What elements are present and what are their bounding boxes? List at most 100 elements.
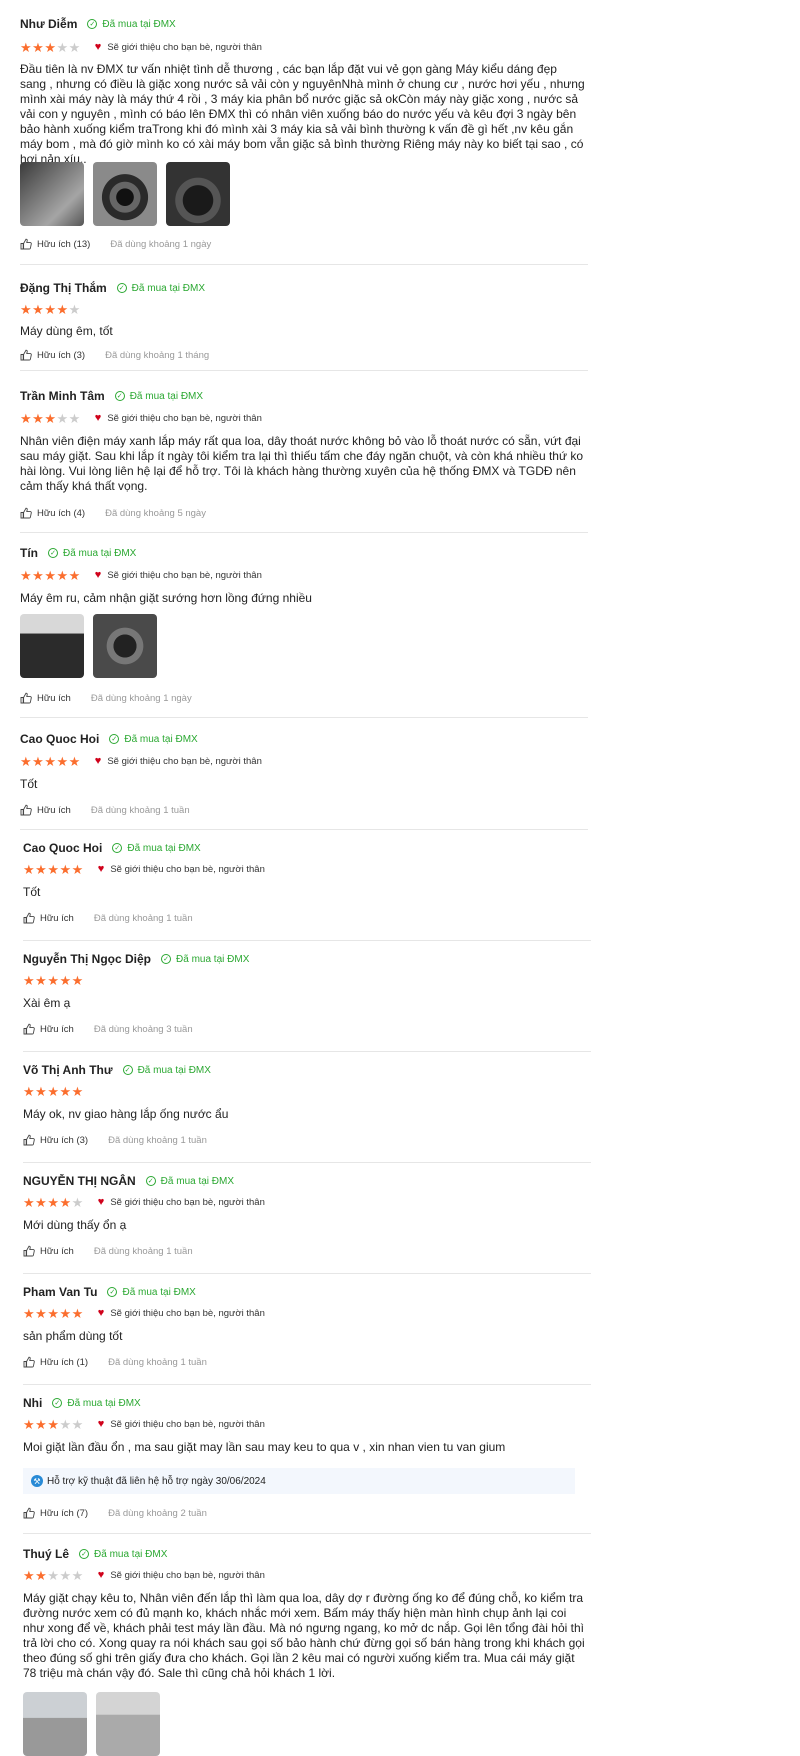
usage-duration: Đã dùng khoảng 2 tuần	[108, 1507, 207, 1519]
recommend-note: ♥ Sẽ giới thiệu cho bạn bè, người thân	[95, 755, 262, 767]
usage-duration: Đã dùng khoảng 1 tháng	[105, 349, 210, 361]
rating-row: ★ ★ ★ ★ ★ ♥ Sẽ giới thiệu cho bạn bè, người t…	[20, 411, 262, 425]
review-content: Tốt	[23, 885, 41, 899]
star-icon: ★	[56, 39, 69, 55]
bought-label: Đã mua tại ĐMX	[122, 1286, 196, 1298]
thumbs-up-icon	[23, 912, 35, 924]
review-photo[interactable]	[93, 614, 157, 678]
bought-badge: ✓ Đã mua tại ĐMX	[145, 1175, 235, 1187]
helpful-button[interactable]: Hữu ích	[23, 1023, 74, 1035]
review-item: Đặng Thị Thắm ✓ Đã mua tại ĐMX ★ ★ ★ ★ ★ Máy …	[20, 278, 588, 371]
review-item: Cao Quoc Hoi ✓ Đã mua tại ĐMX ★ ★ ★ ★ ★ ♥ Sẽ g…	[23, 838, 591, 941]
recommend-note: ♥ Sẽ giới thiệu cho bạn bè, người thân	[95, 41, 262, 53]
star-icon: ★	[23, 1305, 35, 1321]
review-item: Trần Minh Tâm ✓ Đã mua tại ĐMX ★ ★ ★ ★ ★ ♥ Sẽ …	[20, 386, 588, 533]
helpful-button[interactable]: Hữu ích	[23, 912, 74, 924]
check-circle-icon: ✓	[87, 19, 98, 29]
star-icon: ★	[47, 1567, 59, 1583]
reviewer-name: Võ Thị Anh Thư	[23, 1063, 113, 1077]
star-icon: ★	[68, 753, 81, 769]
rating-row: ★ ★ ★ ★ ★ ♥ Sẽ giới thiệu cho bạn bè, người t…	[23, 862, 265, 876]
star-icon: ★	[23, 972, 35, 988]
recommend-label: Sẽ giới thiệu cho bạn bè, người thân	[110, 863, 265, 875]
rating-row: ★ ★ ★ ★ ★ ♥ Sẽ giới thiệu cho bạn bè, người t…	[20, 568, 262, 582]
helpful-label: Hữu ích (13)	[37, 238, 91, 250]
star-icon: ★	[68, 567, 81, 583]
recommend-label: Sẽ giới thiệu cho bạn bè, người thân	[110, 1307, 265, 1319]
review-footer: Hữu ích (13) Đã dùng khoảng 1 ngày	[20, 237, 211, 251]
bought-label: Đã mua tại ĐMX	[124, 733, 198, 745]
bought-badge: ✓ Đã mua tại ĐMX	[107, 1286, 196, 1298]
star-icon: ★	[20, 410, 32, 426]
star-icon: ★	[35, 1416, 47, 1432]
review-photo[interactable]	[20, 614, 84, 678]
star-icon: ★	[59, 1083, 72, 1099]
check-circle-icon: ✓	[52, 1398, 63, 1408]
star-icon: ★	[44, 753, 56, 769]
star-icon: ★	[35, 1194, 47, 1210]
review-header: Cao Quoc Hoi ✓ Đã mua tại ĐMX	[23, 838, 201, 858]
star-icon: ★	[47, 1083, 59, 1099]
helpful-label: Hữu ích	[40, 1023, 74, 1035]
star-icon: ★	[32, 567, 44, 583]
bought-label: Đã mua tại ĐMX	[160, 1175, 235, 1187]
recommend-note: ♥ Sẽ giới thiệu cho bạn bè, người thân	[98, 863, 265, 875]
check-circle-icon: ✓	[109, 734, 120, 744]
review-photo[interactable]	[20, 162, 84, 226]
recommend-note: ♥ Sẽ giới thiệu cho bạn bè, người thân	[97, 1568, 265, 1581]
review-item: NGUYỄN THỊ NGÂN ✓ Đã mua tại ĐMX ★ ★ ★ ★ ★ ♥ S…	[23, 1171, 591, 1274]
helpful-label: Hữu ích (3)	[37, 349, 86, 361]
bought-badge: ✓ Đã mua tại ĐMX	[116, 283, 205, 294]
helpful-button[interactable]: Hữu ích	[20, 804, 71, 816]
rating-row: ★ ★ ★ ★ ★	[20, 302, 81, 316]
reviewer-name: Pham Van Tu	[23, 1285, 98, 1299]
helpful-button[interactable]: Hữu ích (7)	[23, 1507, 88, 1519]
star-icon: ★	[20, 301, 32, 317]
helpful-label: Hữu ích	[40, 1245, 74, 1257]
heart-icon: ♥	[97, 1417, 105, 1430]
review-footer: Hữu ích Đã dùng khoảng 1 tuần	[23, 1244, 193, 1258]
review-photo[interactable]	[23, 1692, 87, 1756]
review-images	[20, 162, 239, 226]
star-icon: ★	[59, 861, 72, 877]
review-photo[interactable]	[166, 162, 230, 226]
helpful-button[interactable]: Hữu ích (3)	[23, 1134, 88, 1146]
usage-duration: Đã dùng khoảng 1 tuần	[108, 1356, 207, 1368]
review-header: Đặng Thị Thắm ✓ Đã mua tại ĐMX	[20, 278, 205, 298]
thumbs-up-icon	[20, 804, 32, 816]
helpful-button[interactable]: Hữu ích (1)	[23, 1356, 88, 1368]
thumbs-up-icon	[20, 507, 32, 519]
helpful-button[interactable]: Hữu ích	[23, 1245, 74, 1257]
bought-label: Đã mua tại ĐMX	[67, 1397, 141, 1409]
review-photo[interactable]	[96, 1692, 160, 1756]
helpful-button[interactable]: Hữu ích (13)	[20, 238, 90, 250]
review-footer: Hữu ích Đã dùng khoảng 1 tuần	[20, 803, 190, 817]
star-icon: ★	[32, 410, 44, 426]
review-footer: Hữu ích (4) Đã dùng khoảng 5 ngày	[20, 506, 206, 520]
heart-icon: ♥	[97, 1568, 105, 1581]
helpful-label: Hữu ích	[37, 804, 71, 816]
helpful-button[interactable]: Hữu ích (4)	[20, 507, 85, 519]
star-icon: ★	[47, 1194, 59, 1210]
helpful-button[interactable]: Hữu ích	[20, 692, 71, 704]
check-circle-icon: ✓	[161, 954, 172, 964]
review-content: Nhân viên điện máy xanh lắp máy rất qua …	[20, 434, 584, 493]
bought-label: Đã mua tại ĐMX	[127, 842, 201, 854]
thumbs-up-icon	[20, 349, 32, 361]
review-footer: Hữu ích (1) Đã dùng khoảng 1 tuần	[23, 1355, 207, 1369]
star-icon: ★	[47, 972, 59, 988]
check-circle-icon: ✓	[48, 548, 58, 558]
star-icon: ★	[23, 1416, 35, 1432]
thumbs-up-icon	[23, 1023, 35, 1035]
helpful-button[interactable]: Hữu ích (3)	[20, 349, 85, 361]
rating-row: ★ ★ ★ ★ ★ ♥ Sẽ giới thiệu cho bạn bè, người t…	[23, 1306, 265, 1320]
bought-badge: ✓ Đã mua tại ĐMX	[52, 1397, 141, 1409]
thumbs-up-icon	[23, 1507, 35, 1519]
star-rating: ★ ★ ★ ★ ★	[23, 1196, 84, 1209]
review-photo[interactable]	[93, 162, 157, 226]
star-rating: ★ ★ ★ ★ ★	[20, 412, 81, 425]
review-item: Nhi ✓ Đã mua tại ĐMX ★ ★ ★ ★ ★ ♥ Sẽ giới thiệu…	[23, 1393, 591, 1534]
review-header: Trần Minh Tâm ✓ Đã mua tại ĐMX	[20, 386, 203, 406]
usage-duration: Đã dùng khoảng 5 ngày	[105, 507, 206, 519]
star-rating: ★ ★ ★ ★ ★	[20, 303, 81, 316]
